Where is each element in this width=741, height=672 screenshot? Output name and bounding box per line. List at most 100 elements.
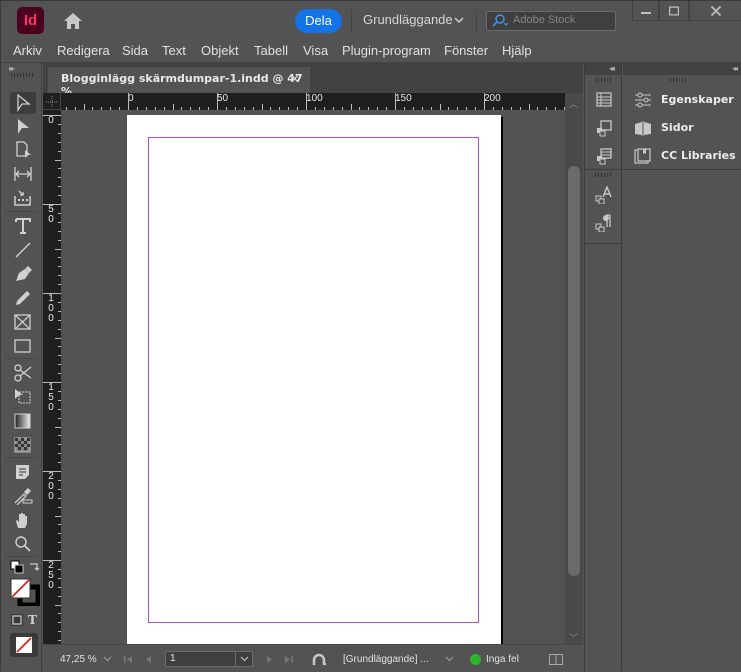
free-transform-tool[interactable] bbox=[10, 386, 36, 408]
swap-fill-stroke-icon[interactable] bbox=[28, 560, 40, 572]
hand-tool[interactable] bbox=[10, 509, 36, 531]
rectangle-tool[interactable] bbox=[10, 335, 36, 357]
close-window-button[interactable] bbox=[689, 1, 741, 21]
gradient-swatch-tool[interactable] bbox=[10, 410, 36, 432]
minimize-button[interactable] bbox=[632, 1, 659, 21]
free-transform-tool-icon bbox=[15, 389, 31, 404]
ruler-tick bbox=[217, 93, 218, 110]
chevron-down-icon bbox=[240, 656, 249, 662]
panel-dock-header: ◂◂ bbox=[623, 63, 741, 75]
menu-objekt[interactable]: Objekt bbox=[201, 43, 239, 58]
type-tool[interactable] bbox=[10, 215, 36, 237]
expand-icon[interactable]: ▸▸ bbox=[9, 64, 15, 73]
scissors-tool-icon bbox=[14, 364, 32, 382]
home-icon[interactable] bbox=[63, 12, 83, 30]
toolbox: ▸▸ T bbox=[1, 63, 42, 672]
first-page-icon[interactable] bbox=[123, 655, 133, 664]
menu-tabell[interactable]: Tabell bbox=[254, 43, 288, 58]
table-styles-icon[interactable] bbox=[595, 147, 613, 165]
zoom-tool[interactable] bbox=[10, 533, 36, 555]
vertical-ruler[interactable]: 0 50 100 150 200 250 bbox=[43, 110, 61, 644]
formatting-container-icon[interactable] bbox=[11, 614, 23, 626]
menu-visa[interactable]: Visa bbox=[303, 43, 328, 58]
drag-grip[interactable] bbox=[595, 78, 613, 82]
ruler-tick bbox=[43, 204, 61, 205]
paragraph-styles-icon[interactable] bbox=[595, 214, 613, 232]
scrollbar-thumb[interactable] bbox=[568, 166, 580, 576]
dock-divider bbox=[585, 243, 622, 244]
drag-grip[interactable] bbox=[670, 78, 688, 82]
panel-egenskaper[interactable]: Egenskaper bbox=[634, 90, 741, 112]
formatting-text-icon[interactable]: T bbox=[28, 613, 37, 627]
master-dropdown-icon[interactable] bbox=[445, 656, 454, 662]
gradient-feather-tool[interactable] bbox=[10, 434, 36, 456]
apply-none-button[interactable] bbox=[10, 633, 38, 657]
default-fill-stroke-icon[interactable] bbox=[10, 560, 24, 574]
object-styles-icon[interactable] bbox=[595, 119, 613, 137]
scroll-up-icon[interactable]: ︿ bbox=[569, 97, 578, 110]
menu-redigera[interactable]: Redigera bbox=[57, 43, 110, 58]
scissors-tool[interactable] bbox=[10, 362, 36, 384]
character-styles-icon[interactable] bbox=[595, 186, 613, 204]
line-tool[interactable] bbox=[10, 239, 36, 261]
workspace-switcher[interactable]: Grundläggande bbox=[363, 12, 453, 27]
document-tab[interactable]: Blogginlägg skärmdumpar-1.indd @ 47 % × bbox=[48, 67, 310, 98]
ruler-label: 0 bbox=[48, 115, 54, 126]
type-tool-icon bbox=[15, 218, 31, 234]
direct-selection-tool[interactable] bbox=[10, 116, 36, 138]
margin-guides bbox=[148, 137, 479, 623]
page-dropdown[interactable] bbox=[235, 651, 253, 667]
ruler-tick bbox=[43, 560, 61, 561]
panel-divider bbox=[623, 169, 741, 170]
gap-tool[interactable] bbox=[10, 163, 36, 185]
menu-fonster[interactable]: Fönster bbox=[444, 43, 488, 58]
ruler-origin[interactable] bbox=[43, 93, 61, 110]
menu-arkiv[interactable]: Arkiv bbox=[13, 43, 42, 58]
pen-tool[interactable] bbox=[10, 263, 36, 285]
page-rotation-icon[interactable] bbox=[311, 652, 327, 666]
collapse-icon[interactable]: ◂◂ bbox=[732, 64, 738, 73]
table-panel-icon[interactable] bbox=[595, 91, 613, 109]
pencil-tool[interactable] bbox=[10, 287, 36, 309]
share-button[interactable]: Dela bbox=[295, 9, 342, 33]
panel-sidor[interactable]: Sidor bbox=[634, 118, 741, 140]
document-page[interactable] bbox=[127, 115, 501, 644]
previous-page-icon[interactable] bbox=[145, 655, 153, 664]
last-page-icon[interactable] bbox=[284, 655, 294, 664]
rectangle-frame-tool[interactable] bbox=[10, 311, 36, 333]
zoom-level[interactable]: 47,25 % bbox=[60, 654, 97, 665]
next-page-icon[interactable] bbox=[265, 655, 273, 664]
preflight-status-icon bbox=[470, 654, 481, 665]
adobe-stock-search-input[interactable]: Adobe Stock bbox=[486, 11, 616, 31]
menu-sida[interactable]: Sida bbox=[122, 43, 148, 58]
panel-cc-libraries[interactable]: CC Libraries bbox=[634, 146, 741, 168]
selection-tool[interactable] bbox=[10, 92, 36, 114]
split-window-icon[interactable] bbox=[549, 654, 563, 665]
ruler-label: 50 bbox=[48, 204, 54, 225]
close-tab-icon[interactable]: × bbox=[290, 72, 299, 85]
drag-grip[interactable] bbox=[11, 73, 33, 77]
fill-stroke-swatch-icon[interactable] bbox=[10, 578, 40, 606]
menu-text[interactable]: Text bbox=[162, 43, 186, 58]
toolbox-divider bbox=[7, 556, 37, 557]
vertical-scrollbar[interactable]: ︿ ﹀ bbox=[565, 93, 583, 644]
note-tool[interactable] bbox=[10, 461, 36, 483]
zoom-dropdown-icon[interactable] bbox=[103, 656, 112, 662]
collapse-icon[interactable]: ◂◂ bbox=[609, 64, 615, 73]
master-page-label[interactable]: [Grundläggande] ... bbox=[343, 654, 429, 665]
drag-grip[interactable] bbox=[595, 173, 613, 177]
chevron-down-icon[interactable] bbox=[454, 15, 464, 25]
menu-plugin-program[interactable]: Plugin-program bbox=[342, 43, 431, 58]
horizontal-ruler[interactable]: 0 50 100 150 200 bbox=[61, 93, 565, 110]
content-collector-tool[interactable] bbox=[10, 187, 36, 209]
menu-hjalp[interactable]: Hjälp bbox=[502, 43, 532, 58]
scroll-down-icon[interactable]: ﹀ bbox=[569, 631, 578, 644]
direct-selection-tool-icon bbox=[18, 119, 29, 134]
dock-header: ◂◂ bbox=[585, 63, 621, 75]
preflight-status[interactable]: Inga fel bbox=[486, 654, 519, 665]
eyedropper-tool[interactable] bbox=[10, 485, 36, 507]
page-tool[interactable] bbox=[10, 139, 36, 161]
pasteboard[interactable] bbox=[61, 110, 565, 644]
maximize-button[interactable] bbox=[659, 1, 689, 21]
eyedropper-tool-icon bbox=[14, 488, 33, 505]
